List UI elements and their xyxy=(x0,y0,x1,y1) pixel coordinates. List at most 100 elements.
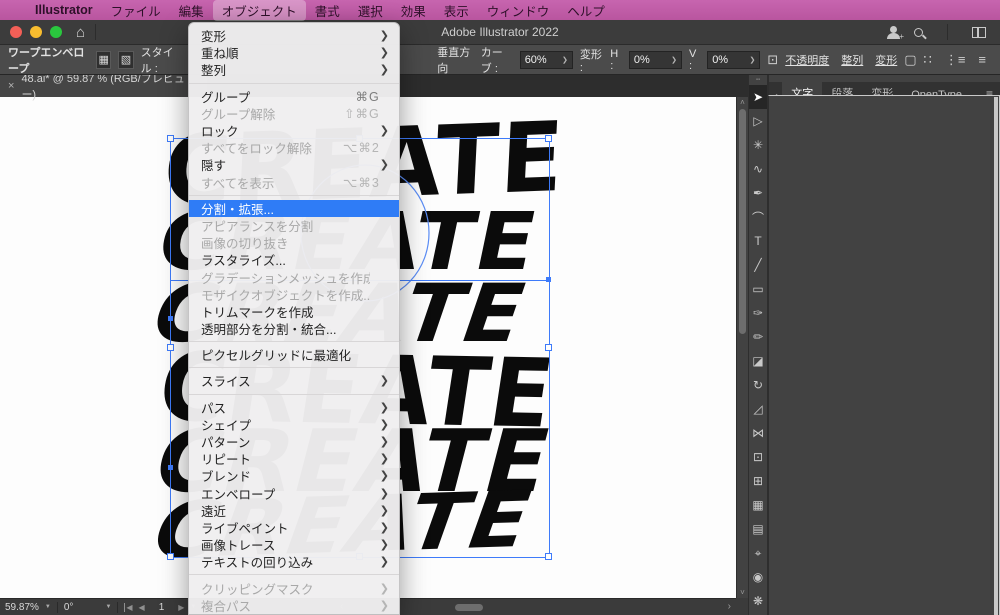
anchor-point[interactable] xyxy=(168,316,173,321)
eraser-tool[interactable]: ◪ xyxy=(749,349,767,373)
menu-item[interactable]: ロック ❯ xyxy=(189,122,399,139)
zoom-level[interactable]: 59.87% xyxy=(5,602,39,613)
menu-item[interactable]: パス ❯ xyxy=(189,399,399,416)
menu-item[interactable]: スライス ❯ xyxy=(189,372,399,389)
anchor-point[interactable] xyxy=(546,277,551,282)
lasso-tool[interactable]: ∿ xyxy=(749,157,767,181)
scale-tool[interactable]: ◿ xyxy=(749,397,767,421)
blend-tool[interactable]: ◉ xyxy=(749,565,767,589)
panel-link[interactable]: 変形 xyxy=(875,52,897,68)
zoom-dropdown-icon[interactable]: ▼ xyxy=(45,604,51,610)
arrange-documents-icon[interactable] xyxy=(768,95,1000,615)
shaper-tool[interactable]: ✏ xyxy=(749,325,767,349)
menu-item[interactable]: ブレンド ❯ xyxy=(189,467,399,484)
menubar-item[interactable]: 書式 xyxy=(306,0,349,21)
curve-input[interactable]: 60%❯ xyxy=(520,51,573,69)
touch-workspace-icon[interactable]: ∷ xyxy=(924,52,932,68)
artboard-number[interactable]: 1 xyxy=(151,602,173,613)
menu-item[interactable]: 遠近 ❯ xyxy=(189,502,399,519)
dialog-toggle-icon[interactable]: ⊡ xyxy=(767,52,778,68)
width-tool[interactable]: ⋈ xyxy=(749,421,767,445)
menu-item[interactable]: アピアランスを分割 ❯ xyxy=(189,217,399,234)
eyedropper-tool[interactable]: ⌖ xyxy=(749,541,767,565)
menu-item[interactable]: クリッピングマスク ❯ xyxy=(189,579,399,596)
selection-handle[interactable] xyxy=(545,553,552,560)
scroll-right-icon[interactable]: › xyxy=(728,601,731,612)
type-tool[interactable]: T xyxy=(749,229,767,253)
menubar-item[interactable]: ヘルプ xyxy=(558,0,614,21)
scroll-down-icon[interactable]: ˅ xyxy=(737,588,748,597)
direct-selection-tool[interactable]: ▷ xyxy=(749,109,767,133)
minimize-window-button[interactable] xyxy=(30,26,42,38)
warp-horizontal-icon[interactable]: ▦ xyxy=(96,51,111,69)
menu-item[interactable]: パターン ❯ xyxy=(189,433,399,450)
menu-item[interactable]: シェイプ ❯ xyxy=(189,416,399,433)
gradient-tool[interactable]: ▤ xyxy=(749,517,767,541)
menu-item[interactable]: 画像トレース ❯ xyxy=(189,536,399,553)
menubar-item[interactable]: 効果 xyxy=(392,0,435,21)
panel-link[interactable]: 整列 xyxy=(841,52,863,68)
menu-item[interactable]: エンベロープ ❯ xyxy=(189,485,399,502)
free-transform-icon[interactable]: ▢ xyxy=(904,52,916,68)
menu-item[interactable]: 画像の切り抜き ❯ xyxy=(189,234,399,251)
zoom-window-button[interactable] xyxy=(50,26,62,38)
curvature-tool[interactable]: ⌒ xyxy=(749,205,767,229)
invite-user-icon[interactable] xyxy=(887,26,900,39)
menubar-item[interactable]: ウィンドウ xyxy=(478,0,559,21)
panel-menu-icon[interactable]: ≡ xyxy=(978,52,986,67)
workspace-switcher-icon[interactable]: ⋮≡ xyxy=(945,52,966,68)
menu-item[interactable]: グループ解除 ⇧⌘G ❯ xyxy=(189,105,399,122)
menu-item[interactable]: ライブペイント ❯ xyxy=(189,519,399,536)
menu-item[interactable]: ピクセルグリッドに最適化 ❯ xyxy=(189,346,399,363)
menu-item[interactable]: ❯ xyxy=(189,394,399,395)
free-transform-tool[interactable]: ⊡ xyxy=(749,445,767,469)
vertical-scroll-thumb[interactable] xyxy=(739,109,746,334)
prev-artboard-icon[interactable]: ◀ xyxy=(139,603,145,612)
menu-item[interactable]: ラスタライズ... ❯ xyxy=(189,251,399,268)
selection-handle[interactable] xyxy=(167,553,174,560)
menubar-item[interactable]: 選択 xyxy=(349,0,392,21)
menu-item[interactable]: 変形 ❯ xyxy=(189,27,399,44)
mesh-tool[interactable]: ▦ xyxy=(749,493,767,517)
rotation-dropdown-icon[interactable]: ▼ xyxy=(105,604,111,610)
pen-tool[interactable]: ✒ xyxy=(749,181,767,205)
menu-item[interactable]: ❯ xyxy=(189,195,399,196)
menubar-item[interactable]: 表示 xyxy=(435,0,478,21)
vertical-scrollbar[interactable]: ˄ ˅ xyxy=(736,97,748,598)
rectangle-tool[interactable]: ▭ xyxy=(749,277,767,301)
paintbrush-tool[interactable]: ✑ xyxy=(749,301,767,325)
warp-vertical-icon[interactable]: ▧ xyxy=(118,51,133,69)
v-input[interactable]: 0%❯ xyxy=(707,51,760,69)
rotation-value[interactable]: 0° xyxy=(64,602,74,613)
menu-item[interactable]: ❯ xyxy=(189,574,399,575)
scroll-up-icon[interactable]: ˄ xyxy=(737,98,748,107)
rotate-tool[interactable]: ↻ xyxy=(749,373,767,397)
menu-item[interactable]: 重ね順 ❯ xyxy=(189,44,399,61)
h-input[interactable]: 0%❯ xyxy=(629,51,682,69)
menu-item[interactable]: グループ ⌘G ❯ xyxy=(189,88,399,105)
menu-item[interactable]: モザイクオブジェクトを作成... ❯ xyxy=(189,286,399,303)
menu-item[interactable]: 分割・拡張... ❯ xyxy=(189,200,399,217)
menu-item[interactable]: 複合パス ❯ xyxy=(189,597,399,614)
menu-item[interactable]: ❯ xyxy=(189,367,399,368)
menubar-item[interactable]: オブジェクト xyxy=(213,0,306,21)
menu-item[interactable]: テキストの回り込み ❯ xyxy=(189,553,399,570)
menu-item[interactable]: リピート ❯ xyxy=(189,450,399,467)
menu-item[interactable]: 整列 ❯ xyxy=(189,61,399,78)
selection-handle[interactable] xyxy=(167,344,174,351)
toolbar-grip[interactable]: ▪▪ xyxy=(749,75,767,85)
close-tab-icon[interactable]: × xyxy=(8,80,14,92)
search-icon[interactable] xyxy=(914,28,923,37)
close-window-button[interactable] xyxy=(10,26,22,38)
shape-builder-tool[interactable]: ⊞ xyxy=(749,469,767,493)
selection-handle[interactable] xyxy=(167,135,174,142)
panel-link[interactable]: 不透明度 xyxy=(785,52,829,68)
menu-item[interactable]: すべてを表示 ⌥⌘3 ❯ xyxy=(189,174,399,191)
menu-item[interactable]: ❯ xyxy=(189,341,399,342)
menu-item[interactable]: 透明部分を分割・統合... ❯ xyxy=(189,320,399,337)
workspace-layout-icon[interactable] xyxy=(972,27,986,38)
menu-item[interactable]: グラデーションメッシュを作成... ❯ xyxy=(189,268,399,285)
document-tab[interactable]: × 48.ai* @ 59.87 % (RGB/プレビュー) xyxy=(0,75,208,97)
anchor-point[interactable] xyxy=(168,465,173,470)
line-segment-tool[interactable]: ╱ xyxy=(749,253,767,277)
